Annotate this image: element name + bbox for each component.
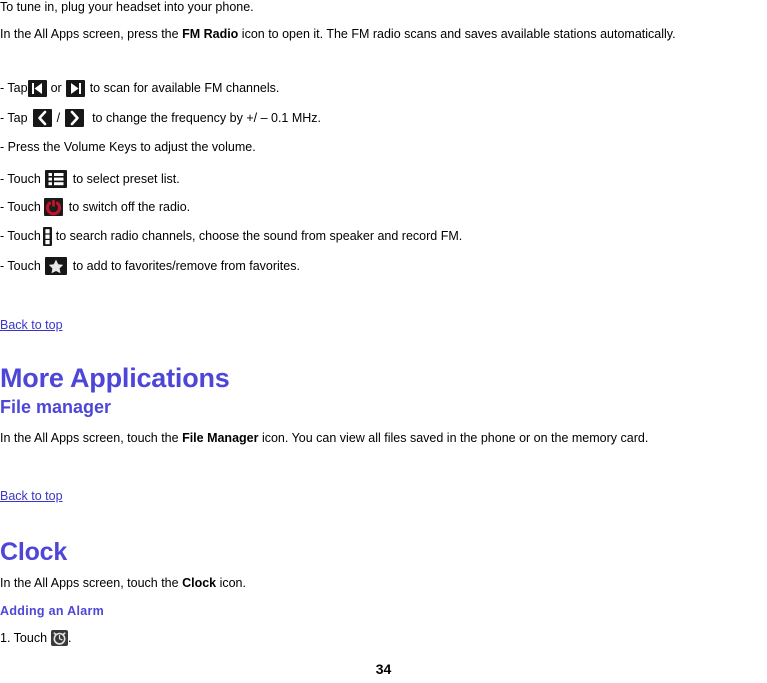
- bullet-1-mid: or: [50, 81, 62, 95]
- subheading-file-manager: File manager: [0, 397, 112, 417]
- bullet-scan-channels: - Tap or to scan for available FM channe…: [0, 80, 279, 97]
- bullet-volume-keys: - Press the Volume Keys to adjust the vo…: [0, 140, 256, 155]
- bullet-5-suffix: to switch off the radio.: [68, 199, 191, 214]
- bullet-change-frequency: - Tap / to change the frequency by +/ – …: [0, 109, 321, 127]
- skip-next-icon[interactable]: [65, 80, 85, 97]
- bullet-favorites: - Touch to add to favorites/remove from …: [0, 257, 300, 275]
- bullet-preset-list: - Touch to select preset list.: [0, 170, 180, 188]
- bullet-3-text: - Press the Volume Keys to adjust the vo…: [0, 140, 256, 154]
- chevron-right-icon[interactable]: [65, 109, 85, 127]
- clock-step-1-suffix: .: [68, 630, 72, 645]
- clock-step-1-prefix: 1. Touch: [0, 630, 48, 645]
- clock-step-1: 1. Touch .: [0, 630, 72, 646]
- bullet-4-prefix: - Touch: [0, 171, 41, 186]
- preset-list-icon[interactable]: [44, 170, 67, 188]
- favorites-star-icon[interactable]: [44, 257, 67, 275]
- bullet-7-suffix: to add to favorites/remove from favorite…: [72, 258, 300, 273]
- file-manager-post: icon. You can view all files saved in th…: [258, 431, 649, 445]
- clock-bold-term: Clock: [182, 576, 217, 590]
- clock-post: icon.: [216, 576, 246, 590]
- file-manager-paragraph: In the All Apps screen, touch the File M…: [0, 431, 648, 446]
- file-manager-pre: In the All Apps screen, touch the: [0, 431, 183, 445]
- fm-paragraph-post: icon to open it. The FM radio scans and …: [238, 27, 676, 41]
- manual-page: To tune in, plug your headset into your …: [0, 0, 767, 683]
- fm-paragraph-pre: In the All Apps screen, press the: [0, 27, 183, 41]
- bullet-6-suffix: to search radio channels, choose the sou…: [55, 229, 463, 243]
- chevron-left-icon[interactable]: [32, 109, 52, 127]
- fm-radio-paragraph: In the All Apps screen, press the FM Rad…: [0, 20, 767, 49]
- bullet-1-prefix: - Tap: [0, 81, 28, 95]
- subheading-adding-an-alarm: Adding an Alarm: [0, 604, 105, 618]
- bullet-2-prefix: - Tap: [0, 110, 28, 125]
- file-manager-bold-term: File Manager: [182, 431, 259, 445]
- bullet-switch-off-radio: - Touch to switch off the radio.: [0, 198, 190, 216]
- bullet-2-suffix: to change the frequency by +/ – 0.1 MHz.: [92, 110, 322, 125]
- bullet-1-suffix: to scan for available FM channels.: [89, 81, 280, 95]
- bullet-5-prefix: - Touch: [0, 199, 41, 214]
- bullet-2-mid: /: [56, 110, 61, 125]
- fm-radio-bold-term: FM Radio: [182, 27, 239, 41]
- bullet-4-suffix: to select preset list.: [72, 171, 180, 186]
- power-off-icon[interactable]: [43, 198, 63, 216]
- back-to-top-link-1[interactable]: Back to top: [0, 318, 63, 332]
- back-to-top-link-2[interactable]: Back to top: [0, 489, 63, 503]
- heading-more-applications: More Applications: [0, 363, 230, 393]
- fm-intro-line: To tune in, plug your headset into your …: [0, 0, 254, 14]
- overflow-menu-icon[interactable]: [42, 227, 52, 246]
- bullet-7-prefix: - Touch: [0, 258, 41, 273]
- clock-pre: In the All Apps screen, touch the: [0, 576, 183, 590]
- page-number: 34: [375, 661, 392, 677]
- clock-paragraph: In the All Apps screen, touch the Clock …: [0, 576, 246, 591]
- bullet-search-channels: - Touch to search radio channels, choose…: [0, 227, 462, 246]
- heading-clock: Clock: [0, 538, 68, 566]
- alarm-clock-icon[interactable]: [51, 630, 69, 646]
- skip-previous-icon[interactable]: [27, 80, 47, 97]
- bullet-6-prefix: - Touch: [0, 229, 41, 243]
